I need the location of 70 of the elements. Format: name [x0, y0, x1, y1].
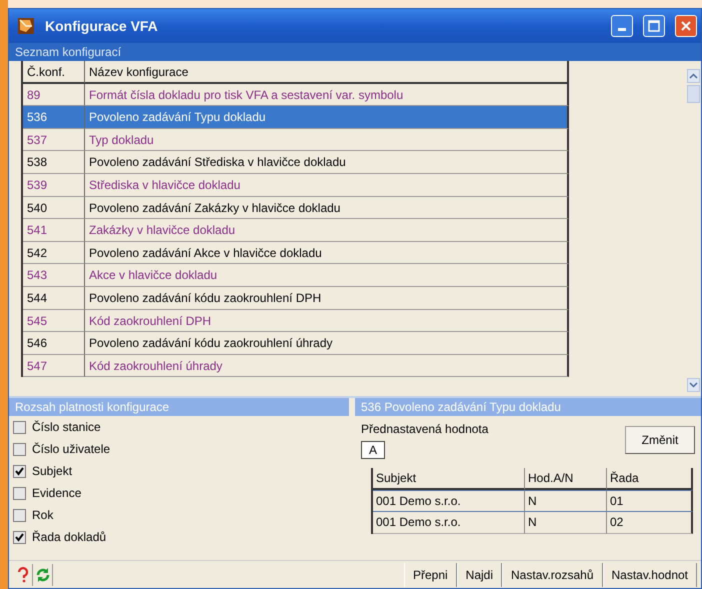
- toolbar-button[interactable]: Najdi: [456, 562, 502, 586]
- checkbox-label: Řada dokladů: [32, 529, 106, 546]
- scroll-up-button[interactable]: [687, 69, 700, 83]
- table-cell: 542: [23, 242, 85, 264]
- column-header[interactable]: Subjekt: [373, 468, 525, 490]
- table-cell: Střediska v hlavičce dokladu: [85, 174, 569, 197]
- table-cell: Typ dokladu: [85, 128, 569, 152]
- maximize-icon: [648, 20, 660, 32]
- column-header[interactable]: Název konfigurace: [85, 61, 569, 84]
- table-cell: 538: [23, 151, 85, 174]
- table-cell: 537: [23, 128, 85, 152]
- maximize-button[interactable]: [643, 15, 665, 37]
- table-cell: 544: [23, 286, 85, 310]
- table-cell: 001 Demo s.r.o.: [373, 512, 525, 534]
- checkbox-label: Číslo stanice: [32, 419, 101, 436]
- table-cell: 541: [23, 219, 85, 242]
- table-cell: Povoleno zadávání Zakázky v hlavičce dokladu: [85, 196, 569, 220]
- table-cell: Povoleno zadávání Akce v hlavičce dokladu: [85, 242, 569, 264]
- checkbox-label: Číslo uživatele: [32, 441, 110, 458]
- section-header: Rozsah platnosti konfigurace: [9, 398, 349, 416]
- table-cell: Kód zaokrouhlení DPH: [85, 310, 569, 332]
- checkbox-label: Rok: [32, 507, 54, 524]
- table-cell: Povoleno zadávání Typu dokladu: [85, 106, 569, 129]
- scroll-down-button[interactable]: [687, 378, 700, 392]
- close-icon: [680, 20, 692, 32]
- table-cell: Povoleno zadávání Střediska v hlavičce dokladu: [85, 151, 569, 174]
- table-cell: 540: [23, 196, 85, 220]
- table-cell: 02: [607, 512, 693, 534]
- checkbox[interactable]: [13, 464, 26, 478]
- column-header[interactable]: Č.konf.: [23, 61, 85, 84]
- app-icon: [17, 16, 35, 36]
- checkbox[interactable]: [13, 420, 26, 434]
- table-cell: 545: [23, 310, 85, 332]
- table-cell: 547: [23, 354, 85, 378]
- close-button[interactable]: [675, 15, 697, 37]
- toolbar-button[interactable]: Přepni: [404, 562, 457, 586]
- window-title: Konfigurace VFA: [45, 16, 159, 36]
- table-cell: 536: [23, 106, 85, 129]
- table-cell: Akce v hlavičce dokladu: [85, 264, 569, 287]
- table-cell: Povoleno zadávání kódu zaokrouhlení DPH: [85, 286, 569, 310]
- table-cell: 01: [607, 490, 693, 512]
- section-header: 536 Povoleno zadávání Typu dokladu: [355, 398, 701, 416]
- table-cell: N: [525, 490, 607, 512]
- toolbar-button[interactable]: Nastav.rozsahů: [502, 562, 602, 586]
- checkbox-label: Subjekt: [32, 463, 72, 480]
- table-cell: 546: [23, 332, 85, 355]
- checkbox[interactable]: [13, 530, 26, 544]
- change-button[interactable]: Změnit: [625, 426, 695, 454]
- toolbar-button[interactable]: Nastav.hodnot: [602, 562, 697, 586]
- chevron-down-icon: [689, 382, 698, 388]
- minimize-icon: [618, 28, 626, 30]
- checkbox[interactable]: [13, 486, 26, 500]
- checkbox-label: Evidence: [32, 485, 82, 502]
- column-header[interactable]: Řada: [607, 468, 693, 490]
- table-cell: 543: [23, 264, 85, 287]
- value-field[interactable]: A: [361, 441, 385, 459]
- checkbox[interactable]: [13, 508, 26, 522]
- table-cell: Zakázky v hlavičce dokladu: [85, 219, 569, 242]
- field-label: Přednastavená hodnota: [361, 421, 488, 438]
- table-cell: Kód zaokrouhlení úhrady: [85, 354, 569, 378]
- table-cell: Povoleno zadávání kódu zaokrouhlení úhrady: [85, 332, 569, 355]
- column-header[interactable]: Hod.A/N: [525, 468, 607, 490]
- minimize-button[interactable]: [611, 15, 633, 37]
- section-header: Seznam konfigurací: [9, 43, 701, 61]
- checkbox[interactable]: [13, 442, 26, 456]
- chevron-up-icon: [689, 73, 698, 79]
- table-cell: 539: [23, 174, 85, 197]
- table-cell: 001 Demo s.r.o.: [373, 490, 525, 512]
- table-cell: N: [525, 512, 607, 534]
- scrollbar-thumb[interactable]: [687, 85, 700, 103]
